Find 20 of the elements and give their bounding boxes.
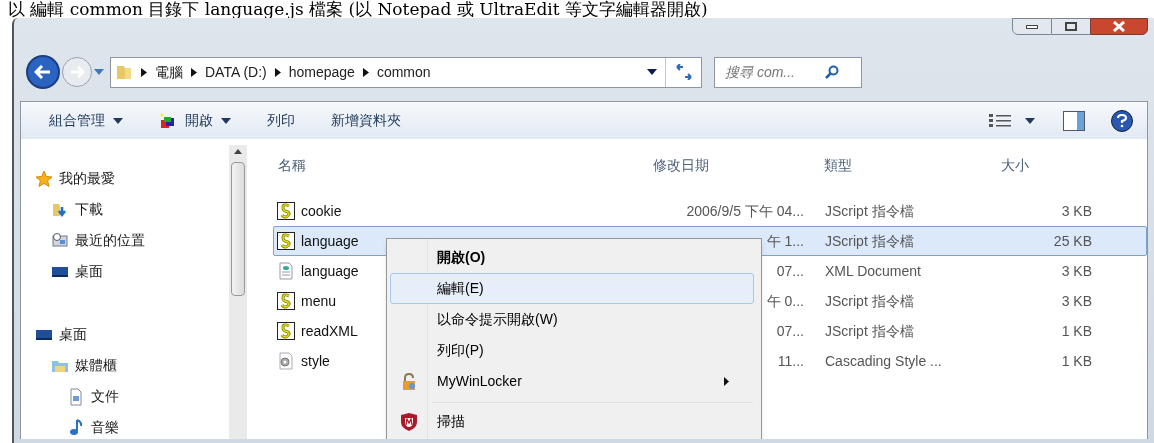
caption-text: 以 編輯 common 目錄下 language.js 檔案 (以 Notepad 或 UltraEdit 等文字編輯器開啟) bbox=[7, 0, 709, 18]
date-cell-text: 午 0... bbox=[766, 291, 804, 311]
date-cell-text: 11... bbox=[777, 351, 804, 371]
date-cell-text: 07... bbox=[776, 261, 804, 281]
date-cell-text: 2006/9/5 下午 04... bbox=[686, 201, 804, 221]
size-cell-text: 3 KB bbox=[1061, 261, 1092, 281]
size-cell-text: 3 KB bbox=[1061, 201, 1092, 221]
date-cell-text: 午 1... bbox=[766, 231, 804, 251]
size-cell-text: 1 KB bbox=[1061, 351, 1092, 371]
date-cell-text: 07... bbox=[776, 321, 804, 341]
type-cell: JScript 指令檔 bbox=[825, 322, 914, 339]
size-cell-text: 25 KB bbox=[1053, 231, 1092, 251]
type-cell: JScript 指令檔 bbox=[825, 292, 914, 309]
search-input: 搜尋 com... bbox=[725, 61, 825, 83]
size-cell-text: 1 KB bbox=[1061, 321, 1092, 341]
type-cell: JScript 指令檔 bbox=[825, 202, 914, 219]
size-cell-text: 3 KB bbox=[1061, 291, 1092, 311]
type-cell: JScript 指令檔 bbox=[825, 232, 914, 249]
type-cell: Cascading Style ... bbox=[825, 352, 942, 369]
type-cell: XML Document bbox=[825, 262, 921, 279]
